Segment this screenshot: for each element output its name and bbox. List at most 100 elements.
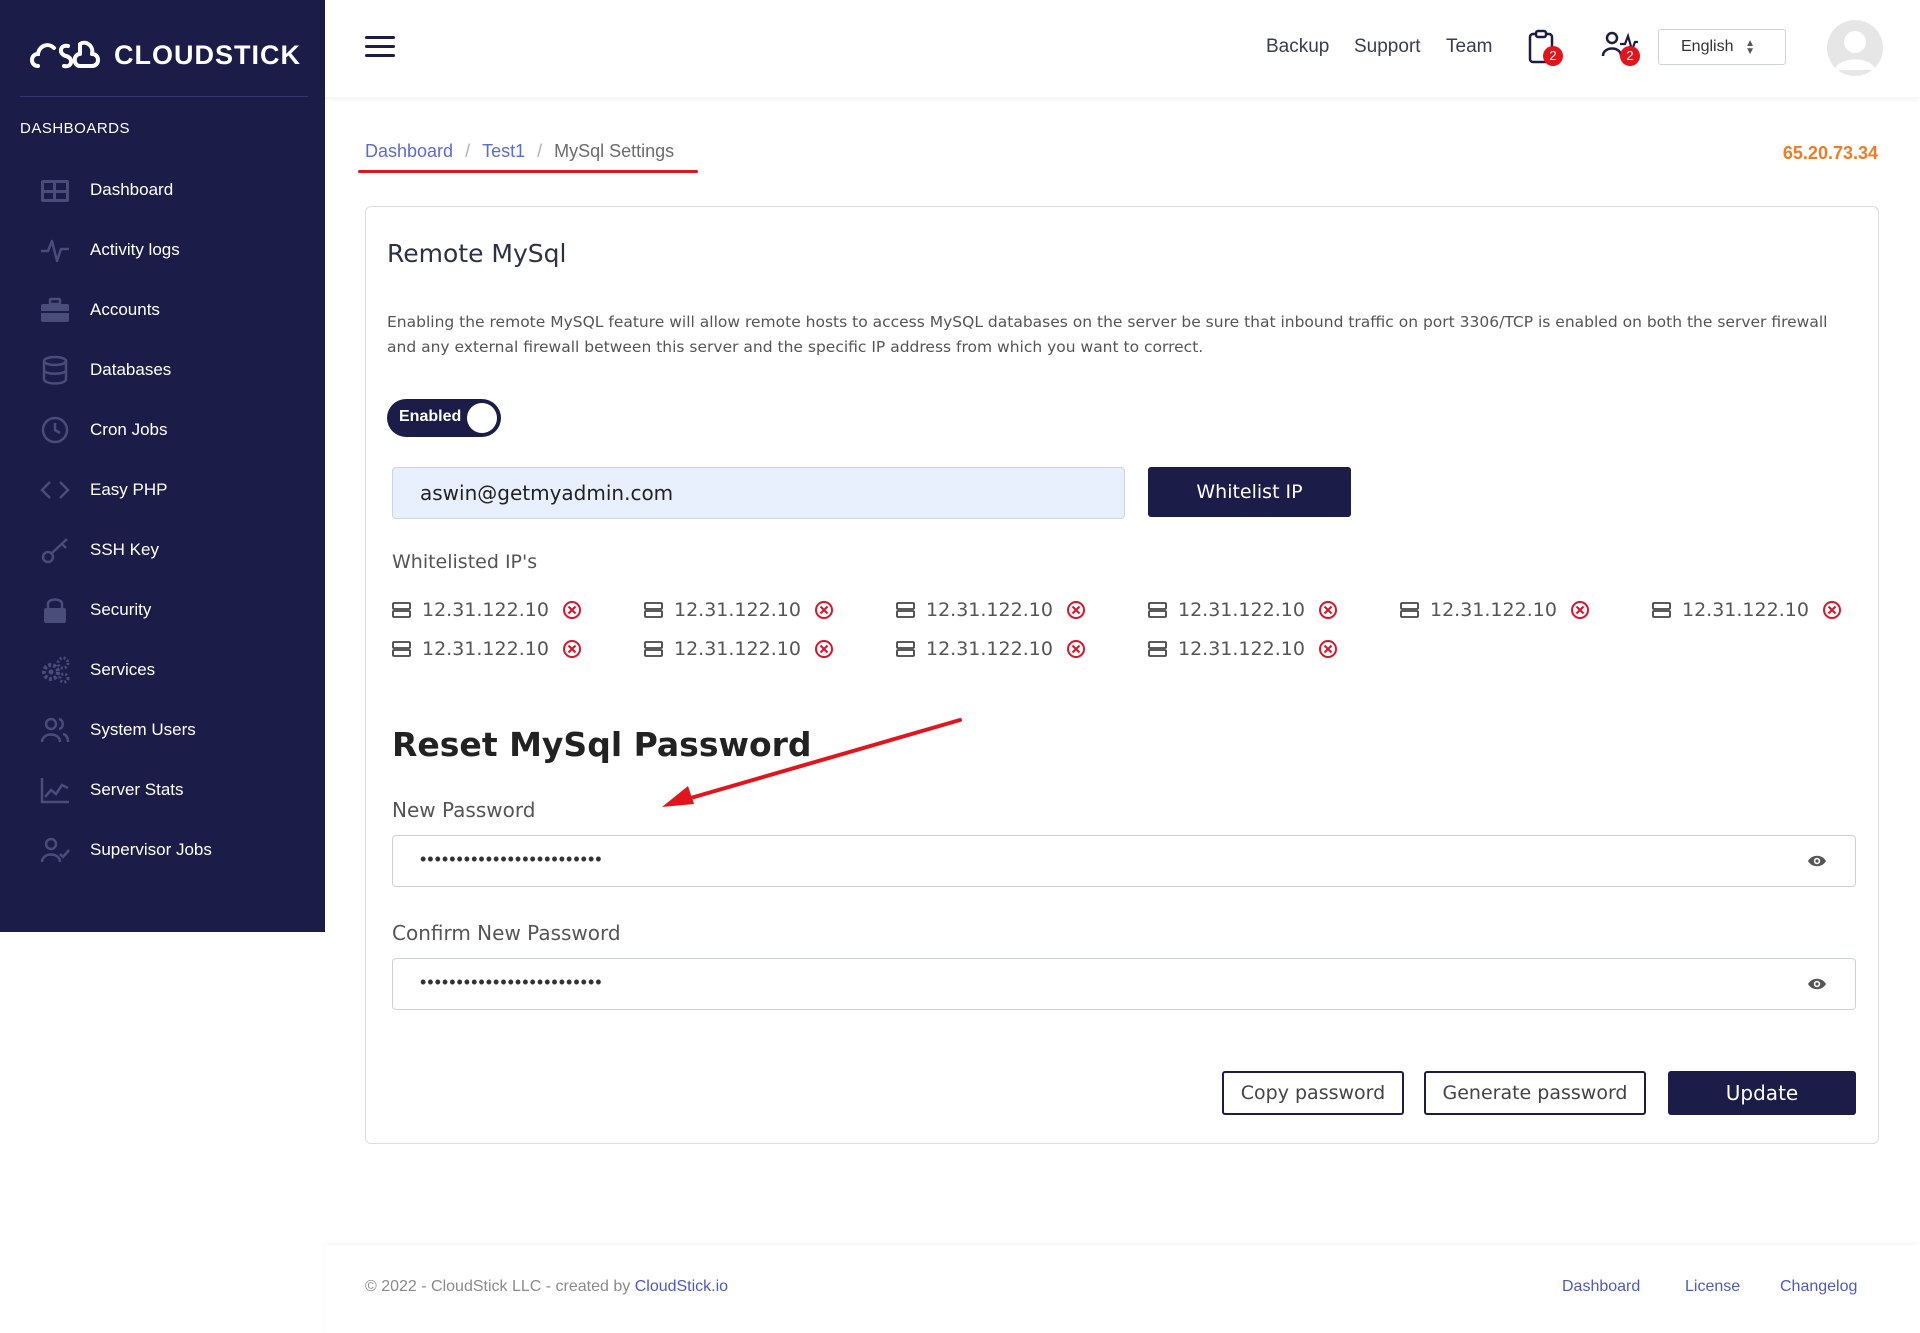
topbar: Backup Support Team 2 2 English ▲ ▼ bbox=[325, 0, 1920, 97]
sidebar-item-label: Security bbox=[90, 600, 152, 619]
sidebar-nav: Dashboard Activity logs Accounts Databas… bbox=[0, 160, 325, 880]
whitelisted-ip-item: 12.31.122.10 bbox=[1652, 596, 1842, 624]
brand-logo[interactable]: CLOUDSTICK bbox=[28, 30, 301, 80]
eye-icon[interactable] bbox=[1807, 976, 1827, 992]
remove-circle-icon[interactable] bbox=[1822, 600, 1842, 620]
server-icon bbox=[1148, 602, 1167, 618]
new-password-label: New Password bbox=[392, 798, 536, 822]
footer: © 2022 - CloudStick LLC - created by Clo… bbox=[325, 1245, 1920, 1333]
server-icon bbox=[644, 602, 663, 618]
sidebar-item-label: SSH Key bbox=[90, 540, 159, 559]
team-activity-icon[interactable]: 2 bbox=[1600, 28, 1640, 68]
sort-arrows-icon: ▲ ▼ bbox=[1745, 38, 1755, 57]
remove-circle-icon[interactable] bbox=[814, 600, 834, 620]
server-icon bbox=[644, 641, 663, 657]
support-link[interactable]: Support bbox=[1354, 36, 1421, 58]
sidebar-item-services[interactable]: Services bbox=[0, 640, 325, 700]
clipboard-icon[interactable]: 2 bbox=[1523, 28, 1563, 68]
cloudstick-link[interactable]: CloudStick.io bbox=[635, 1278, 728, 1295]
team-link[interactable]: Team bbox=[1446, 36, 1492, 58]
remove-circle-icon[interactable] bbox=[814, 639, 834, 659]
confirm-password-field[interactable]: ••••••••••••••••••••••••• bbox=[392, 958, 1856, 1010]
sidebar-item-label: Easy PHP bbox=[90, 480, 168, 499]
remote-mysql-description: Enabling the remote MySQL feature will a… bbox=[387, 313, 1828, 356]
sidebar-item-system-users[interactable]: System Users bbox=[0, 700, 325, 760]
whitelisted-ip-value: 12.31.122.10 bbox=[422, 599, 549, 621]
server-icon bbox=[896, 641, 915, 657]
server-icon bbox=[392, 602, 411, 618]
remove-circle-icon[interactable] bbox=[1318, 639, 1338, 659]
notification-badge: 2 bbox=[1543, 46, 1563, 66]
sidebar-item-label: Cron Jobs bbox=[90, 420, 168, 439]
copyright-text: © 2022 - CloudStick LLC - created by bbox=[365, 1278, 631, 1295]
footer-dashboard-link[interactable]: Dashboard bbox=[1562, 1278, 1640, 1296]
menu-toggle-icon[interactable] bbox=[365, 36, 395, 60]
sidebar-item-accounts[interactable]: Accounts bbox=[0, 280, 325, 340]
whitelisted-ip-item: 12.31.122.10 bbox=[1148, 596, 1338, 624]
sidebar-item-ssh-key[interactable]: SSH Key bbox=[0, 520, 325, 580]
confirm-password-value: ••••••••••••••••••••••••• bbox=[420, 972, 603, 992]
remove-circle-icon[interactable] bbox=[1066, 639, 1086, 659]
breadcrumb-separator: / bbox=[465, 141, 471, 161]
whitelist-ip-input[interactable]: aswin@getmyadmin.com bbox=[392, 467, 1125, 519]
server-icon bbox=[896, 602, 915, 618]
sidebar-item-dashboard[interactable]: Dashboard bbox=[0, 160, 325, 220]
gears-icon bbox=[40, 655, 70, 685]
new-password-value: ••••••••••••••••••••••••• bbox=[420, 849, 603, 869]
generate-password-button[interactable]: Generate password bbox=[1424, 1071, 1646, 1115]
remove-circle-icon[interactable] bbox=[1318, 600, 1338, 620]
sidebar-item-activity-logs[interactable]: Activity logs bbox=[0, 220, 325, 280]
toggle-label: Enabled bbox=[399, 408, 462, 425]
whitelist-ip-button[interactable]: Whitelist IP bbox=[1148, 467, 1351, 517]
server-ip: 65.20.73.34 bbox=[1782, 143, 1878, 163]
breadcrumb-dashboard[interactable]: Dashboard bbox=[365, 141, 453, 162]
mysql-settings-card: Remote MySql Enabling the remote MySQL f… bbox=[365, 206, 1879, 1144]
server-icon bbox=[392, 641, 411, 657]
new-password-field[interactable]: ••••••••••••••••••••••••• bbox=[392, 835, 1856, 887]
sidebar-item-cron-jobs[interactable]: Cron Jobs bbox=[0, 400, 325, 460]
remove-circle-icon[interactable] bbox=[1066, 600, 1086, 620]
server-icon bbox=[1400, 602, 1419, 618]
breadcrumb-test1[interactable]: Test1 bbox=[482, 141, 525, 162]
whitelisted-ip-value: 12.31.122.10 bbox=[674, 599, 801, 621]
footer-changelog-link[interactable]: Changelog bbox=[1780, 1278, 1857, 1296]
sidebar-section-title: DASHBOARDS bbox=[20, 120, 131, 137]
whitelisted-ip-item: 12.31.122.10 bbox=[644, 635, 834, 663]
whitelist-ip-value: aswin@getmyadmin.com bbox=[420, 481, 674, 505]
notification-badge: 2 bbox=[1620, 46, 1640, 66]
remove-circle-icon[interactable] bbox=[562, 639, 582, 659]
breadcrumb-current: MySql Settings bbox=[554, 141, 675, 161]
footer-license-link[interactable]: License bbox=[1685, 1278, 1740, 1296]
backup-link[interactable]: Backup bbox=[1266, 36, 1329, 58]
sidebar-item-security[interactable]: Security bbox=[0, 580, 325, 640]
lock-icon bbox=[40, 595, 70, 625]
eye-icon[interactable] bbox=[1807, 853, 1827, 869]
whitelisted-ip-item: 12.31.122.10 bbox=[896, 635, 1086, 663]
sidebar-item-label: Server Stats bbox=[90, 780, 184, 799]
avatar[interactable] bbox=[1827, 20, 1883, 76]
remove-circle-icon[interactable] bbox=[562, 600, 582, 620]
copy-password-button[interactable]: Copy password bbox=[1222, 1071, 1404, 1115]
sidebar-item-label: Services bbox=[90, 660, 156, 679]
dashboard-icon bbox=[40, 175, 70, 205]
server-icon bbox=[1652, 602, 1671, 618]
remove-circle-icon[interactable] bbox=[1570, 600, 1590, 620]
sidebar-item-label: Activity logs bbox=[90, 240, 180, 259]
user-check-icon bbox=[40, 835, 70, 865]
remote-mysql-toggle[interactable]: Enabled bbox=[387, 399, 501, 437]
language-select[interactable]: English ▲ ▼ bbox=[1658, 29, 1786, 65]
whitelisted-ip-value: 12.31.122.10 bbox=[1682, 599, 1809, 621]
chart-icon bbox=[40, 775, 70, 805]
sidebar-item-label: Databases bbox=[90, 360, 172, 379]
whitelisted-ip-value: 12.31.122.10 bbox=[674, 638, 801, 660]
sidebar: CLOUDSTICK DASHBOARDS Dashboard Activity… bbox=[0, 0, 325, 932]
sidebar-item-supervisor-jobs[interactable]: Supervisor Jobs bbox=[0, 820, 325, 880]
database-icon bbox=[40, 355, 70, 385]
activity-icon bbox=[40, 235, 70, 265]
sidebar-item-easy-php[interactable]: Easy PHP bbox=[0, 460, 325, 520]
sidebar-item-server-stats[interactable]: Server Stats bbox=[0, 760, 325, 820]
briefcase-icon bbox=[40, 295, 70, 325]
server-icon bbox=[1148, 641, 1167, 657]
update-button[interactable]: Update bbox=[1668, 1071, 1856, 1115]
sidebar-item-databases[interactable]: Databases bbox=[0, 340, 325, 400]
